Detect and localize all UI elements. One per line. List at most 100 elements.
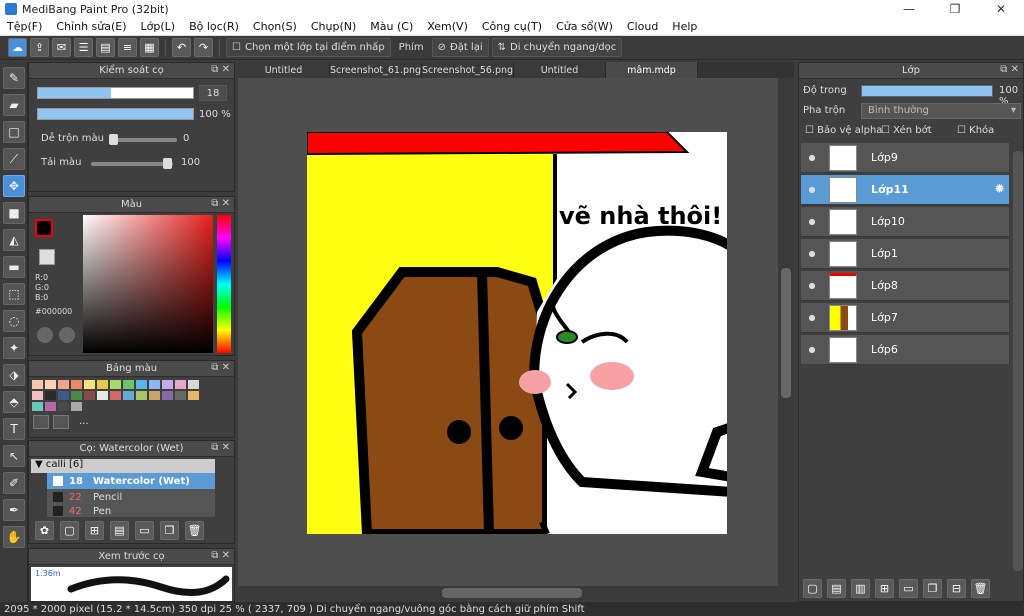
select-rect-tool-icon[interactable]: ⬚ (3, 283, 25, 305)
swatch-cell[interactable] (58, 402, 69, 411)
swatch-cell[interactable] (32, 380, 43, 389)
tab-screenshot-61[interactable]: Screenshot_61.png (330, 62, 422, 78)
swatch-cell[interactable] (175, 380, 186, 389)
swatch-cell[interactable] (58, 391, 69, 400)
palette-more[interactable]: ... (79, 416, 89, 427)
brush-size-value[interactable]: 18 (199, 85, 227, 101)
brush-settings-icon[interactable]: ▤ (110, 521, 129, 540)
layer-row[interactable]: ● Lớp8 (801, 271, 1009, 301)
add-layer-menu-icon[interactable]: ⊞ (875, 579, 894, 598)
menu-color[interactable]: Màu (C) (363, 20, 420, 33)
maximize-icon[interactable]: ❐ (932, 2, 978, 16)
minimize-icon[interactable]: — (886, 2, 932, 16)
upload-icon[interactable]: ⇪ (30, 38, 49, 57)
lock-checkbox[interactable]: ☐ Khóa (957, 125, 994, 136)
tab-screenshot-56[interactable]: Screenshot_56.png (422, 62, 514, 78)
new-1bit-layer-icon[interactable]: ▥ (851, 579, 870, 598)
layer-scrollbar[interactable] (1013, 151, 1023, 571)
panel-close-icon[interactable]: ⧉ ✕ (211, 64, 230, 75)
protect-alpha-checkbox[interactable]: ☐ Bảo vệ alpha (805, 125, 882, 136)
checkbox-icon[interactable]: ☐ (232, 42, 241, 53)
swatch-cell[interactable] (45, 380, 56, 389)
delete-layer-icon[interactable]: 🗑 (971, 579, 990, 598)
new-palette-icon[interactable] (33, 415, 49, 429)
brush-item[interactable]: 18 Watercolor (Wet) (47, 473, 215, 489)
operation-tool-icon[interactable]: ↖ (3, 445, 25, 467)
swatch-cell[interactable] (58, 380, 69, 389)
lasso-tool-icon[interactable]: ◌ (3, 310, 25, 332)
panel-close-icon[interactable]: ⧉ ✕ (211, 198, 230, 209)
swatch-cell[interactable] (136, 391, 147, 400)
menu-layer[interactable]: Lớp(L) (134, 20, 183, 33)
document-icon[interactable]: ▤ (96, 38, 115, 57)
swatch-cell[interactable] (97, 391, 108, 400)
select-layer-option[interactable]: ☐ Chọn một lớp tại điểm nhấp (226, 38, 391, 57)
layer-row[interactable]: ● Lớp1 (801, 239, 1009, 269)
magic-wand-icon[interactable]: ✦ (3, 337, 25, 359)
brush-item[interactable]: 22 Pencil (47, 489, 215, 505)
swatch-cell[interactable] (110, 391, 121, 400)
swatch-cell[interactable] (123, 380, 134, 389)
vertical-scrollbar[interactable] (778, 78, 794, 586)
hand-tool-icon[interactable]: ✋ (3, 526, 25, 548)
layer-row[interactable]: ● Lớp7 (801, 303, 1009, 333)
primary-color-swatch[interactable] (35, 219, 53, 237)
eraser-tool-icon[interactable]: ▰ (3, 94, 25, 116)
new-folder-icon[interactable]: ▭ (899, 579, 918, 598)
duplicate-layer-icon[interactable]: ❐ (923, 579, 942, 598)
gradient-tool-icon[interactable]: ▬ (3, 256, 25, 278)
eye-icon[interactable]: ● (805, 249, 819, 258)
layer-row[interactable]: ● Lớp11 ✹ (801, 175, 1009, 205)
brush-tool-icon[interactable]: ✎ (3, 67, 25, 89)
list-icon[interactable]: ≡ (118, 38, 137, 57)
delete-palette-icon[interactable] (53, 415, 69, 429)
opacity-slider[interactable] (37, 108, 194, 120)
menu-file[interactable]: Tệp(F) (0, 20, 49, 33)
swatch-cell[interactable] (71, 380, 82, 389)
swatch-grid[interactable] (31, 379, 211, 411)
swatch-cell[interactable] (188, 391, 199, 400)
eye-icon[interactable]: ● (805, 345, 819, 354)
eye-icon[interactable]: ● (805, 153, 819, 162)
tab-untitled-2[interactable]: Untitled (514, 62, 606, 78)
close-icon[interactable]: ✕ (978, 2, 1024, 16)
clipping-checkbox[interactable]: ☐ Xén bớt (881, 125, 932, 136)
new-layer-icon[interactable]: ▢ (803, 579, 822, 598)
panel-close-icon[interactable]: ⧉ ✕ (211, 550, 230, 561)
brush-delete-icon[interactable]: 🗑 (185, 521, 204, 540)
panel-close-icon[interactable]: ⧉ ✕ (1000, 64, 1019, 75)
brush-folder-icon[interactable]: ▭ (135, 521, 154, 540)
bucket-tool-icon[interactable]: ◭ (3, 229, 25, 251)
hue-slider[interactable] (217, 215, 231, 353)
chat-icon[interactable]: ✉ (52, 38, 71, 57)
menu-tools[interactable]: Công cụ(T) (475, 20, 549, 33)
brush-copy-icon[interactable]: ❐ (160, 521, 179, 540)
undo-icon[interactable]: ↶ (172, 38, 191, 57)
cloud-icon[interactable]: ☁ (8, 38, 27, 57)
brush-import-icon[interactable]: ⊞ (85, 521, 104, 540)
color-gradient-picker[interactable] (83, 215, 213, 353)
color-picker-icon[interactable] (59, 327, 75, 343)
swatch-cell[interactable] (97, 380, 108, 389)
horizontal-scrollbar[interactable] (238, 586, 794, 600)
tab-untitled-1[interactable]: Untitled (238, 62, 330, 78)
swatch-cell[interactable] (45, 402, 56, 411)
eye-icon[interactable]: ● (805, 313, 819, 322)
layer-blend-select[interactable]: Bình thường ▾ (861, 103, 1021, 119)
layer-opacity-slider[interactable] (861, 85, 993, 97)
drawing-canvas[interactable]: vẽ nhà thôi! (307, 132, 727, 534)
select-pen-icon[interactable]: ⬗ (3, 364, 25, 386)
brush-item[interactable]: 42 Pen (47, 505, 215, 517)
menu-help[interactable]: Help (665, 20, 704, 33)
canvas-workspace[interactable]: vẽ nhà thôi! (238, 78, 794, 586)
panel-close-icon[interactable]: ⧉ ✕ (211, 362, 230, 373)
swatch-cell[interactable] (32, 391, 43, 400)
swatch-cell[interactable] (136, 380, 147, 389)
remix-slider[interactable] (91, 158, 173, 169)
transparent-swatch[interactable] (39, 249, 55, 265)
select-eraser-icon[interactable]: ⬘ (3, 391, 25, 413)
swatch-cell[interactable] (110, 380, 121, 389)
menu-window[interactable]: Cửa sổ(W) (549, 20, 620, 33)
menu-view[interactable]: Xem(V) (420, 20, 475, 33)
move-tool-icon[interactable]: ✥ (3, 175, 25, 197)
